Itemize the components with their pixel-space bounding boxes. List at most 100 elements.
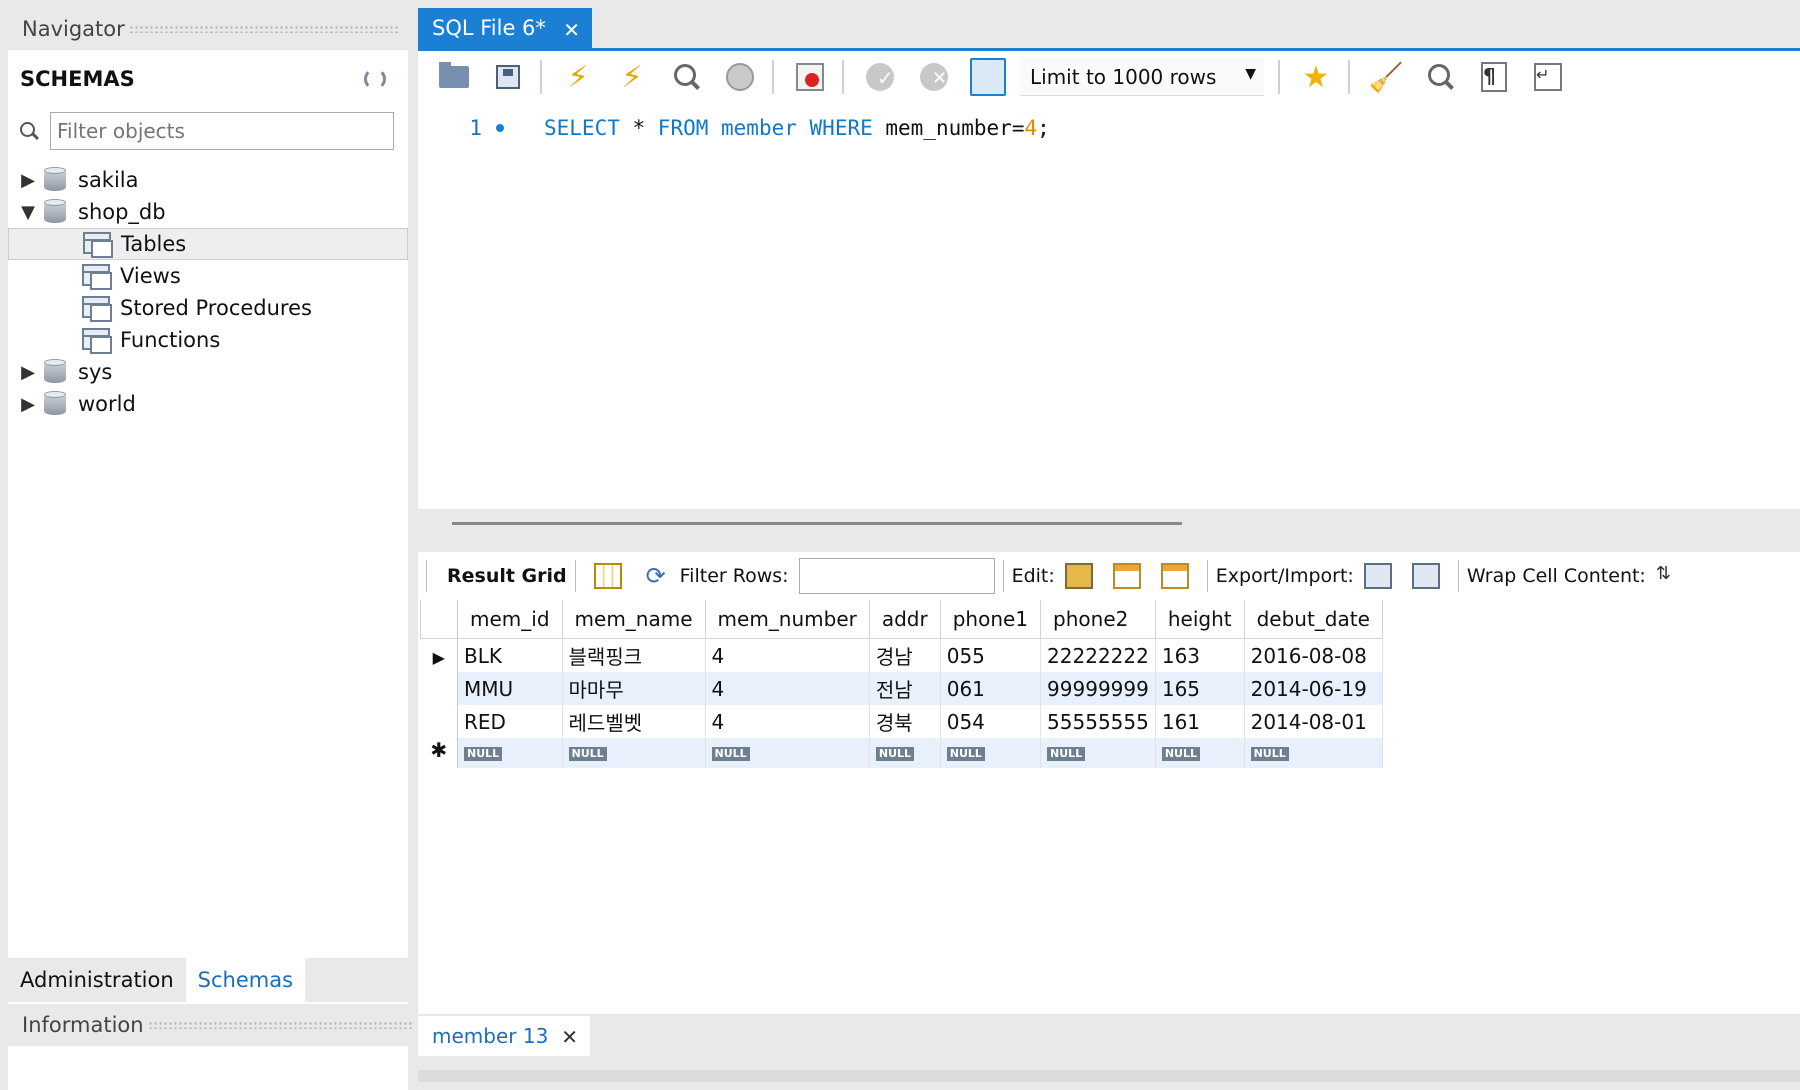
table-cell[interactable]: NULL <box>457 738 563 768</box>
column-header[interactable]: mem_id <box>457 600 563 639</box>
column-header[interactable]: mem_name <box>561 600 706 639</box>
table-cell[interactable]: 레드벨벳 <box>562 705 706 738</box>
schema-item-world[interactable]: ▶ world <box>8 388 408 420</box>
collapse-arrow-icon[interactable]: ▼ <box>18 202 38 223</box>
tab-result-member[interactable]: member 13 ✕ <box>418 1016 590 1056</box>
save-button[interactable] <box>490 59 526 95</box>
explain-button[interactable] <box>668 59 704 95</box>
close-icon[interactable]: ✕ <box>563 18 580 42</box>
tab-schemas[interactable]: Schemas <box>185 958 306 1002</box>
table-cell[interactable]: 2014-08-01 <box>1244 705 1383 738</box>
delete-row-icon[interactable] <box>1160 563 1189 589</box>
table-cell[interactable]: 4 <box>705 705 870 738</box>
beautify-button[interactable]: 🧹 <box>1368 59 1404 95</box>
tree-item-views[interactable]: Views <box>8 260 408 292</box>
table-row[interactable]: MMU 마마무 4 전남 061 99999999 165 2014-06-19 <box>420 672 1383 705</box>
autocommit-toggle[interactable] <box>970 58 1006 96</box>
tree-item-tables[interactable]: Tables <box>8 228 408 260</box>
table-cell[interactable]: 22222222 <box>1040 638 1156 672</box>
tree-item-stored-procedures[interactable]: Stored Procedures <box>8 292 408 324</box>
table-cell[interactable]: 경남 <box>869 638 941 672</box>
tab-administration[interactable]: Administration <box>8 958 186 1002</box>
table-cell[interactable]: 2014-06-19 <box>1244 672 1383 705</box>
stop-button[interactable] <box>722 59 758 95</box>
commit-button[interactable] <box>862 59 898 95</box>
table-cell[interactable]: 054 <box>940 705 1042 738</box>
table-cell[interactable]: MMU <box>457 672 563 705</box>
table-cell[interactable]: NULL <box>1155 738 1245 768</box>
find-button[interactable] <box>1422 59 1458 95</box>
null-badge: NULL <box>875 747 915 761</box>
table-cell[interactable]: NULL <box>705 738 870 768</box>
table-cell[interactable]: NULL <box>562 738 706 768</box>
limit-rows-select[interactable]: Limit to 1000 rows ▼ <box>1020 58 1264 96</box>
table-cell[interactable]: BLK <box>457 638 563 672</box>
filter-objects-input[interactable] <box>50 112 394 150</box>
row-selector[interactable] <box>420 705 458 738</box>
table-cell[interactable]: 2016-08-08 <box>1244 638 1383 672</box>
expand-arrow-icon[interactable]: ▶ <box>18 362 38 383</box>
table-cell[interactable]: NULL <box>869 738 941 768</box>
import-icon[interactable] <box>1411 563 1440 589</box>
wrap-cell-icon[interactable]: ⇅ <box>1656 563 1684 589</box>
column-header[interactable]: mem_number <box>704 600 870 639</box>
table-cell[interactable]: 99999999 <box>1040 672 1156 705</box>
column-header[interactable]: debut_date <box>1243 600 1383 639</box>
table-cell[interactable]: 163 <box>1155 638 1245 672</box>
table-cell[interactable]: NULL <box>1244 738 1383 768</box>
table-cell[interactable]: 165 <box>1155 672 1245 705</box>
filter-rows-input[interactable] <box>798 558 995 594</box>
sql-statement[interactable]: SELECT * FROM member WHERE mem_number=4; <box>544 116 1050 140</box>
export-import-label: Export/Import: <box>1215 565 1354 587</box>
schema-item-sakila[interactable]: ▶ sakila <box>8 164 408 196</box>
open-file-button[interactable] <box>436 59 472 95</box>
table-cell[interactable]: 블랙핑크 <box>562 638 706 672</box>
table-cell[interactable]: RED <box>457 705 563 738</box>
wrap-lines-button[interactable]: ↵ <box>1530 59 1566 95</box>
row-selector[interactable]: ▶ <box>420 638 458 672</box>
row-selector[interactable] <box>420 672 458 705</box>
schema-item-sys[interactable]: ▶ sys <box>8 356 408 388</box>
sql-editor[interactable]: 1 SELECT * FROM member WHERE mem_number=… <box>418 103 1800 509</box>
table-cell[interactable]: NULL <box>940 738 1042 768</box>
table-row[interactable]: ▶ BLK 블랙핑크 4 경남 055 22222222 163 2016-08… <box>420 638 1383 672</box>
refresh-icon[interactable] <box>364 68 386 90</box>
horizontal-scrollbar[interactable] <box>452 522 1182 525</box>
table-cell[interactable]: 경북 <box>869 705 941 738</box>
grid-view-icon[interactable] <box>593 563 622 589</box>
refresh-rows-icon[interactable]: ⟳ <box>642 563 670 589</box>
stop-on-error-button[interactable] <box>792 59 828 95</box>
table-cell[interactable]: 4 <box>705 672 870 705</box>
row-selector[interactable]: ✱ <box>420 738 458 768</box>
expand-arrow-icon[interactable]: ▶ <box>18 394 38 415</box>
close-icon[interactable]: ✕ <box>561 1025 578 1049</box>
table-row[interactable]: RED 레드벨벳 4 경북 054 55555555 161 2014-08-0… <box>420 705 1383 738</box>
table-cell[interactable]: 061 <box>940 672 1042 705</box>
rollback-button[interactable] <box>916 59 952 95</box>
table-cell[interactable]: 055 <box>940 638 1042 672</box>
table-cell[interactable]: 전남 <box>869 672 941 705</box>
schema-item-shop_db[interactable]: ▼ shop_db <box>8 196 408 228</box>
execute-current-button[interactable]: ⚡ <box>614 59 650 95</box>
table-cell[interactable]: NULL <box>1040 738 1156 768</box>
new-row[interactable]: ✱ NULL NULL NULL NULL NULL NULL NULL NUL… <box>420 738 1383 768</box>
tree-item-functions[interactable]: Functions <box>8 324 408 356</box>
column-header[interactable]: phone1 <box>939 600 1042 639</box>
table-cell[interactable]: 161 <box>1155 705 1245 738</box>
table-cell[interactable]: 55555555 <box>1040 705 1156 738</box>
export-icon[interactable] <box>1363 563 1392 589</box>
table-cell[interactable]: 마마무 <box>562 672 706 705</box>
table-cell[interactable]: 4 <box>705 638 870 672</box>
edit-row-icon[interactable] <box>1064 563 1093 589</box>
tab-sql-file[interactable]: SQL File 6* ✕ <box>418 8 592 48</box>
add-snippet-button[interactable]: ★ <box>1298 59 1334 95</box>
invisible-chars-button[interactable]: ¶ <box>1476 59 1512 95</box>
result-grid-label[interactable]: Result Grid <box>447 565 567 587</box>
expand-arrow-icon[interactable]: ▶ <box>18 170 38 191</box>
insert-row-icon[interactable] <box>1112 563 1141 589</box>
commit-check-icon <box>866 63 894 91</box>
column-header[interactable]: height <box>1154 600 1245 639</box>
column-header[interactable]: addr <box>868 600 941 639</box>
column-header[interactable]: phone2 <box>1040 600 1156 639</box>
execute-button[interactable]: ⚡ <box>560 59 596 95</box>
